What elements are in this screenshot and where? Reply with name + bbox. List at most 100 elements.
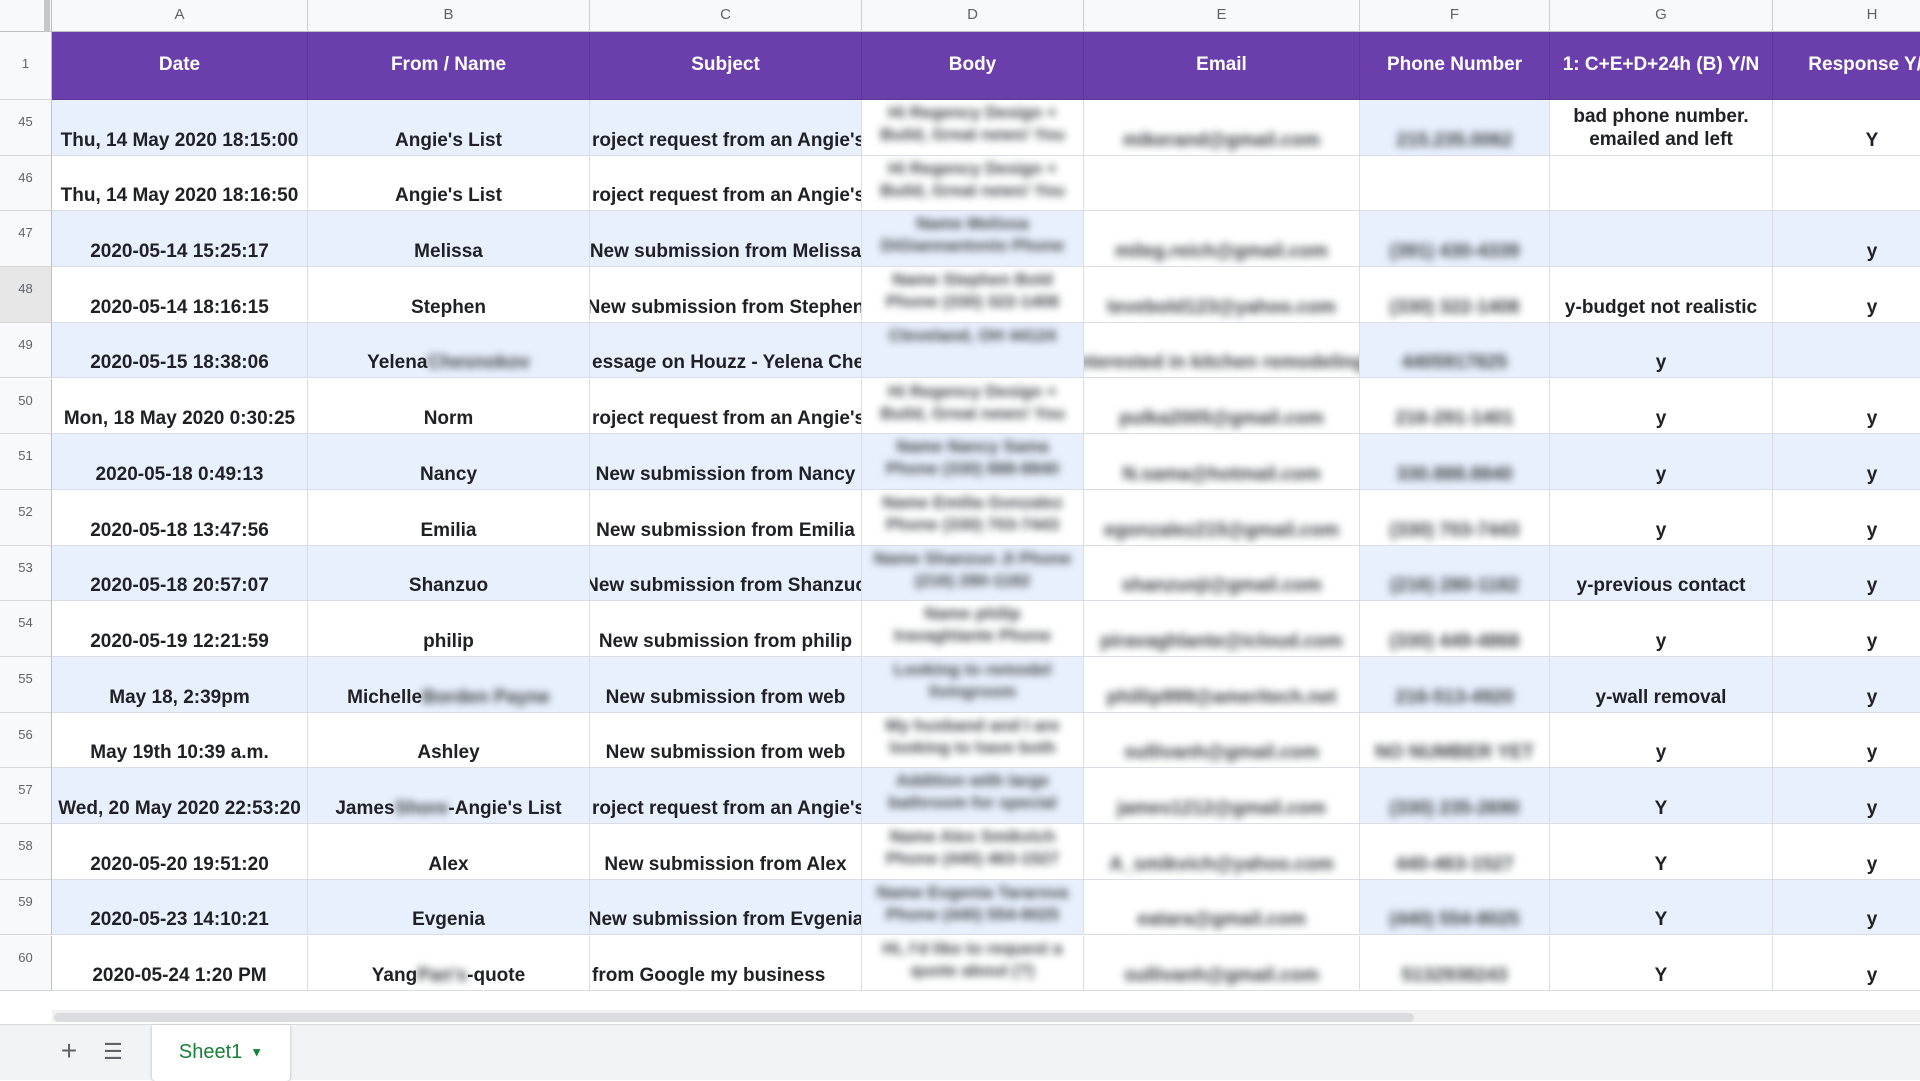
cell-h[interactable]: y (1773, 601, 1920, 657)
row-number[interactable]: 52 (0, 489, 52, 546)
row-number[interactable]: 54 (0, 601, 52, 657)
row-number[interactable]: 51 (0, 434, 52, 490)
cell-g[interactable]: y (1550, 378, 1773, 435)
cell-e[interactable]: mileg.reich@gmail.com (1084, 211, 1360, 268)
cell-h[interactable]: y (1773, 490, 1920, 546)
header-cell-c[interactable]: Subject (590, 32, 862, 100)
row-number[interactable]: 57 (0, 768, 52, 825)
cell-e[interactable] (1084, 155, 1360, 212)
cell-g[interactable]: Y (1550, 879, 1773, 936)
column-header-h[interactable]: H (1773, 0, 1920, 32)
cell-c[interactable]: New submission from Alex (590, 824, 862, 880)
cell-a[interactable]: Mon, 18 May 2020 0:30:25 (52, 378, 308, 435)
cell-f[interactable]: 215.235.0062 (1360, 100, 1550, 156)
cell-e[interactable]: piravaghlante@icloud.com (1084, 601, 1360, 657)
cell-c[interactable]: roject request from an Angie's (590, 378, 862, 435)
cell-d[interactable]: Hi Regency Design + Build, Great news! Y… (862, 100, 1084, 156)
row-number[interactable]: 47 (0, 211, 52, 268)
cell-d[interactable]: Hi Regency Design + Build, Great news! Y… (862, 378, 1084, 435)
cell-a[interactable]: 2020-05-15 18:38:06 (52, 322, 308, 379)
cell-b[interactable]: Emilia (308, 489, 590, 546)
sheet-tab[interactable]: Sheet1 ▼ (152, 1025, 290, 1081)
cell-g[interactable]: y (1550, 489, 1773, 546)
add-sheet-button[interactable]: + (54, 1037, 84, 1067)
column-header-c[interactable]: C (590, 0, 862, 32)
cell-g[interactable]: bad phone number. emailed and left (1550, 100, 1773, 156)
cell-h[interactable]: y (1773, 211, 1920, 268)
cell-f[interactable]: 216-291-1401 (1360, 378, 1550, 435)
cell-c[interactable]: New submission from philip (590, 601, 862, 657)
cell-b[interactable]: Melissa (308, 211, 590, 268)
row-number[interactable]: 49 (0, 322, 52, 379)
cell-e[interactable]: phillip999@ameritech.net (1084, 657, 1360, 713)
cell-g[interactable]: Y (1550, 768, 1773, 825)
cell-g[interactable]: Y (1550, 824, 1773, 880)
header-cell-d[interactable]: Body (862, 32, 1084, 100)
cell-e[interactable]: tevebold123@yahoo.com (1084, 267, 1360, 323)
header-cell-b[interactable]: From / Name (308, 32, 590, 100)
row-number[interactable]: 53 (0, 545, 52, 602)
cell-a[interactable]: 2020-05-18 0:49:13 (52, 434, 308, 490)
cell-b[interactable]: Yang Pan's -quote (308, 935, 590, 992)
cell-c[interactable]: New submission from Nancy (590, 434, 862, 490)
cell-b[interactable]: Angie's List (308, 100, 590, 156)
cell-c[interactable]: essage on Houzz - Yelena Ches (590, 322, 862, 379)
row-number[interactable]: 59 (0, 879, 52, 936)
select-all-corner[interactable] (0, 0, 52, 32)
cell-d[interactable]: Name Evgenia Tararova Phone (440) 554-80… (862, 879, 1084, 936)
cell-e[interactable]: sullivanh@gmail.com (1084, 935, 1360, 992)
cell-h[interactable]: y (1773, 879, 1920, 936)
cell-b[interactable]: Shanzuo (308, 545, 590, 602)
header-cell-a[interactable]: Date (52, 32, 308, 100)
cell-d[interactable]: Addition with large bathroom for special (862, 768, 1084, 825)
cell-c[interactable]: New submission from web (590, 712, 862, 769)
cell-d[interactable]: Name Stephen Bold Phone (330) 322-1408 (862, 267, 1084, 323)
cell-c[interactable]: New submission from Shanzuc (590, 545, 862, 602)
column-header-b[interactable]: B (308, 0, 590, 32)
column-header-e[interactable]: E (1084, 0, 1360, 32)
cell-a[interactable]: 2020-05-14 18:16:15 (52, 267, 308, 323)
cell-a[interactable]: Wed, 20 May 2020 22:53:20 (52, 768, 308, 825)
cell-c[interactable]: roject request from an Angie's l (590, 100, 862, 156)
cell-a[interactable]: 2020-05-18 13:47:56 (52, 489, 308, 546)
spreadsheet-grid[interactable]: ABCDEFGH 1 Date From / Name Subject Body Emai… (0, 0, 1920, 1022)
cell-e[interactable]: eatara@gmail.com (1084, 879, 1360, 936)
row-number[interactable]: 45 (0, 100, 52, 156)
cell-e[interactable]: A_smikvich@yahoo.com (1084, 824, 1360, 880)
cell-f[interactable]: (330) 449-4868 (1360, 601, 1550, 657)
cell-b[interactable]: Norm (308, 378, 590, 435)
cell-h[interactable]: y (1773, 267, 1920, 323)
cell-c[interactable]: New submission from Melissa (590, 211, 862, 268)
cell-f[interactable]: (216) 280-1182 (1360, 545, 1550, 602)
cell-f[interactable]: NO NUMBER YET (1360, 712, 1550, 769)
header-cell-h[interactable]: Response Y/N (1773, 32, 1920, 100)
cell-g[interactable] (1550, 211, 1773, 268)
row-number[interactable]: 1 (0, 32, 52, 100)
header-cell-g[interactable]: 1: C+E+D+24h (B) Y/N (1550, 32, 1773, 100)
cell-a[interactable]: 2020-05-20 19:51:20 (52, 824, 308, 880)
cell-b[interactable]: Yelena Chesnokov (308, 322, 590, 379)
cell-g[interactable]: Y (1550, 935, 1773, 992)
column-header-f[interactable]: F (1360, 0, 1550, 32)
cell-g[interactable]: y-wall removal (1550, 657, 1773, 713)
row-number[interactable]: 56 (0, 712, 52, 769)
row-number[interactable]: 46 (0, 155, 52, 212)
cell-c[interactable]: New submission from web (590, 657, 862, 713)
cell-f[interactable]: (330) 322-1408 (1360, 267, 1550, 323)
cell-b[interactable]: Angie's List (308, 155, 590, 212)
cell-f[interactable]: 4405917825 (1360, 322, 1550, 379)
cell-e[interactable]: egonzalez215@gmail.com (1084, 489, 1360, 546)
cell-e[interactable]: mikerand@gmail.com (1084, 100, 1360, 156)
cell-f[interactable]: 216-513-4920 (1360, 657, 1550, 713)
cell-b[interactable]: Ashley (308, 712, 590, 769)
cell-d[interactable]: Cleveland, OH 44124 (862, 322, 1084, 379)
column-header-a[interactable]: A (52, 0, 308, 32)
cell-h[interactable]: y (1773, 936, 1920, 992)
cell-f[interactable]: 440-463-1527 (1360, 824, 1550, 880)
cell-e[interactable]: pulka2005@gmail.com (1084, 378, 1360, 435)
cell-b[interactable]: philip (308, 601, 590, 657)
cell-b[interactable]: Evgenia (308, 879, 590, 936)
cell-h[interactable] (1773, 156, 1920, 212)
scrollbar-thumb[interactable] (54, 1013, 1414, 1022)
cell-d[interactable]: Name Emilia Gonzalez Phone (330) 703-744… (862, 489, 1084, 546)
